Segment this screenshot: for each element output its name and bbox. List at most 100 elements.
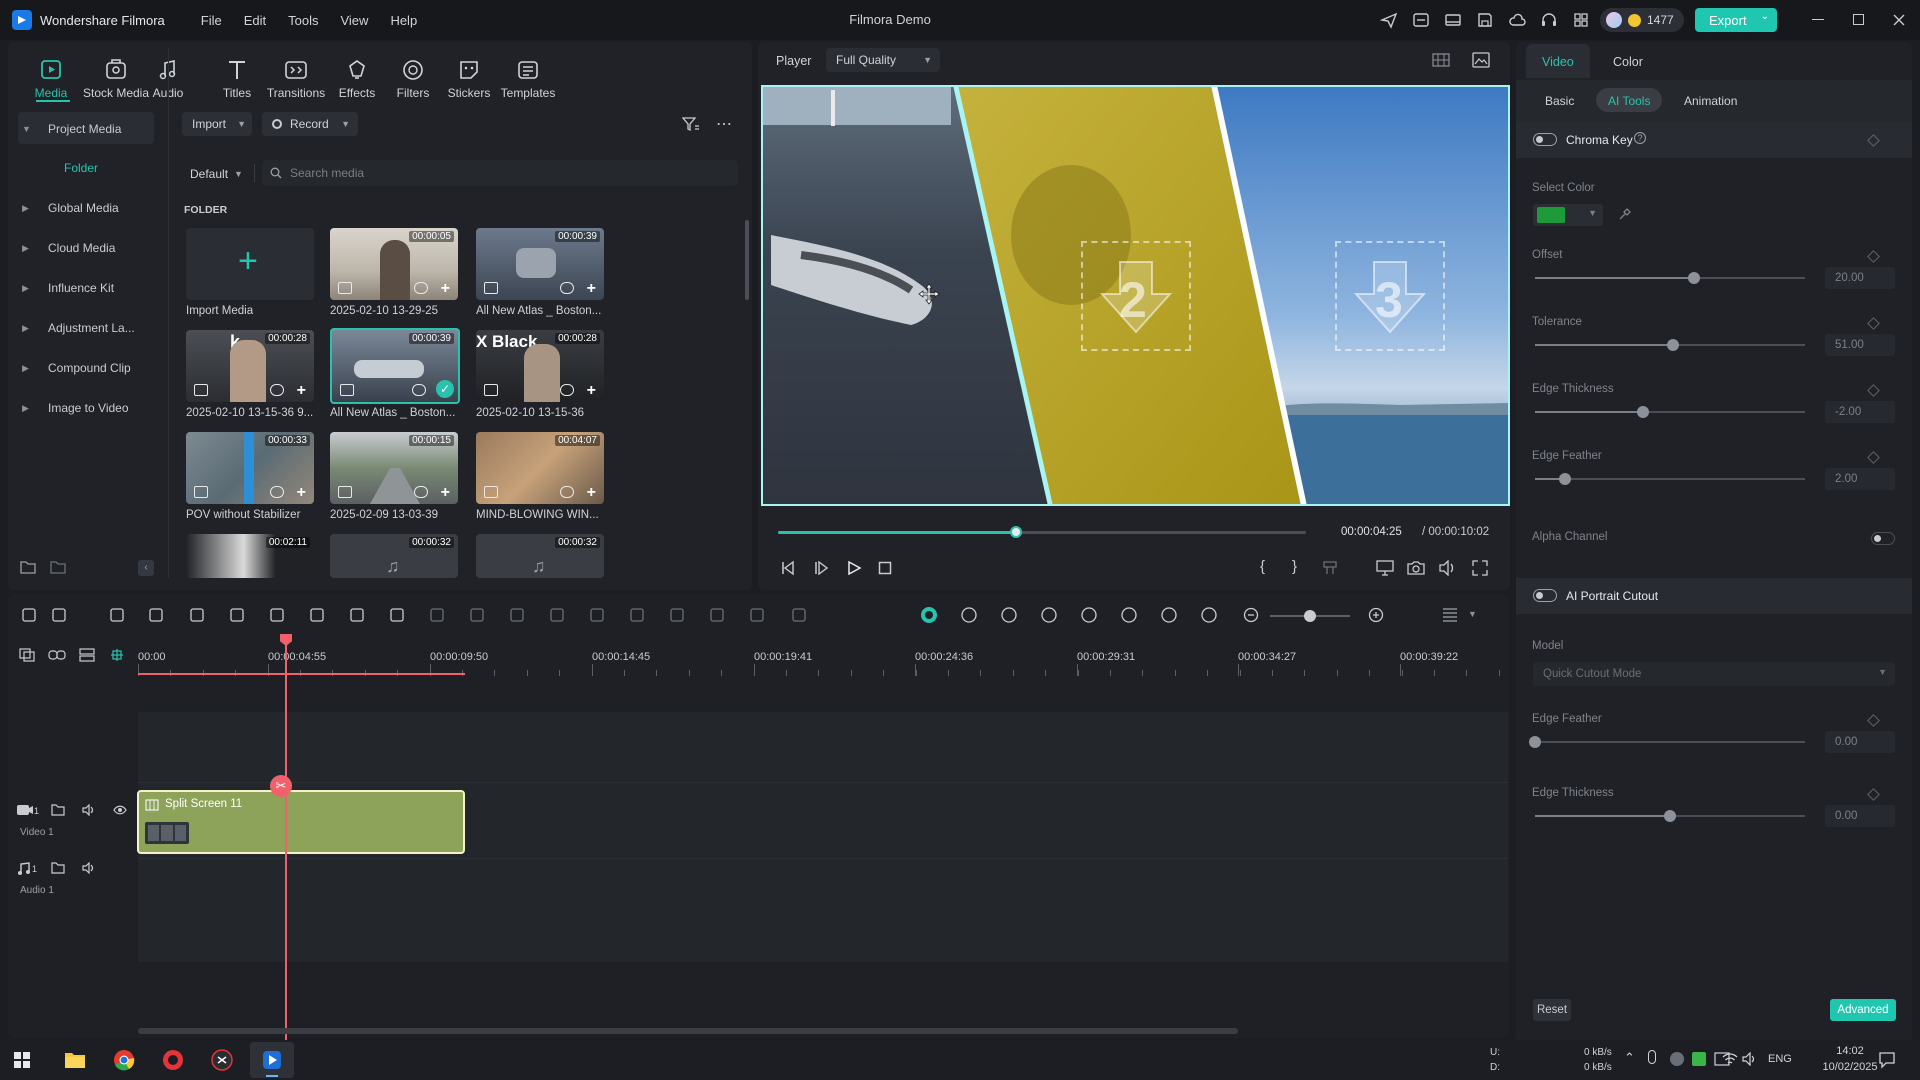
timeline-clip[interactable]: Split Screen 11 bbox=[137, 790, 465, 854]
media-thumb-10[interactable]: 00:00:32 ♫ bbox=[330, 534, 458, 578]
snapshot-image-icon[interactable] bbox=[1472, 52, 1490, 68]
tab-color[interactable]: Color bbox=[1613, 55, 1643, 69]
import-media-tile[interactable]: + bbox=[186, 228, 314, 300]
param-slider[interactable] bbox=[1535, 810, 1805, 822]
speaker-icon[interactable] bbox=[82, 862, 96, 874]
add-to-timeline-icon[interactable]: + bbox=[587, 484, 596, 502]
marker-icon[interactable] bbox=[1322, 561, 1338, 575]
alpha-channel-toggle[interactable] bbox=[1871, 532, 1895, 545]
ai-audio-icon[interactable] bbox=[1000, 606, 1018, 624]
zoom-in-icon[interactable] bbox=[1368, 607, 1384, 623]
cut-icon[interactable] bbox=[228, 606, 246, 624]
collapse-sidebar-button[interactable]: ‹ bbox=[138, 560, 154, 576]
apps-grid-icon[interactable] bbox=[1572, 11, 1590, 29]
sidebar-item-global-media[interactable]: ▶ Global Media bbox=[22, 194, 160, 222]
param-slider[interactable] bbox=[1535, 272, 1805, 284]
play-back-icon[interactable] bbox=[813, 560, 829, 576]
freeze-frame-icon[interactable] bbox=[668, 606, 686, 624]
mark-in-icon[interactable]: { bbox=[1260, 558, 1265, 575]
shield-icon[interactable] bbox=[1040, 606, 1058, 624]
tray-green-app-icon[interactable] bbox=[1692, 1052, 1706, 1066]
more-options-icon[interactable]: ⋯ bbox=[716, 114, 732, 134]
add-to-timeline-icon[interactable]: + bbox=[587, 280, 596, 298]
microphone-icon[interactable] bbox=[1080, 606, 1098, 624]
volume-icon[interactable] bbox=[1742, 1052, 1758, 1066]
redo-icon[interactable] bbox=[147, 606, 165, 624]
tray-app-icon[interactable] bbox=[1670, 1052, 1684, 1066]
sidebar-item-compound-clip[interactable]: ▶ Compound Clip bbox=[22, 354, 160, 382]
import-button[interactable]: Import ▼ bbox=[182, 112, 252, 136]
subtab-ai-tools[interactable]: AI Tools bbox=[1608, 94, 1650, 108]
volume-icon[interactable] bbox=[1438, 560, 1456, 576]
media-thumb-2[interactable]: 00:00:39 + bbox=[476, 228, 604, 300]
close-icon[interactable] bbox=[1893, 14, 1905, 26]
auto-reframe-icon[interactable] bbox=[428, 606, 446, 624]
timeline-scrollbar[interactable] bbox=[138, 1028, 1238, 1034]
save-icon[interactable] bbox=[1476, 11, 1494, 29]
undo-icon[interactable] bbox=[108, 606, 126, 624]
tool-media[interactable]: Media bbox=[16, 58, 86, 100]
layout-icon[interactable] bbox=[1444, 11, 1462, 29]
media-thumb-8[interactable]: 00:04:07 + bbox=[476, 432, 604, 504]
new-folder-icon[interactable] bbox=[20, 560, 36, 574]
param-value-input[interactable]: 20.00 bbox=[1825, 267, 1895, 289]
windows-start-icon[interactable] bbox=[14, 1052, 30, 1068]
menu-view[interactable]: View bbox=[340, 13, 368, 28]
portrait-cutout-toggle[interactable] bbox=[1533, 589, 1557, 602]
pip-icon[interactable] bbox=[1160, 606, 1178, 624]
media-scrollbar[interactable] bbox=[745, 220, 749, 300]
speaker-icon[interactable] bbox=[82, 804, 96, 816]
media-thumb-9[interactable]: 00:02:11 bbox=[186, 534, 314, 578]
ai-tool-icon[interactable] bbox=[748, 606, 766, 624]
param-value-input[interactable]: 0.00 bbox=[1825, 731, 1895, 753]
subtab-basic[interactable]: Basic bbox=[1545, 94, 1574, 108]
media-thumb-1[interactable]: 00:00:05 + bbox=[330, 228, 458, 300]
add-track-icon[interactable] bbox=[19, 648, 35, 662]
link-icon[interactable] bbox=[48, 648, 66, 662]
select-layout-icon[interactable] bbox=[20, 606, 38, 624]
eyedropper-icon[interactable] bbox=[1618, 207, 1632, 221]
chevron-down-icon[interactable]: ▼ bbox=[1468, 609, 1477, 619]
add-to-timeline-icon[interactable]: + bbox=[297, 382, 306, 400]
language-indicator[interactable]: ENG bbox=[1768, 1053, 1792, 1065]
grid-view-icon[interactable] bbox=[1432, 53, 1450, 67]
zoom-slider[interactable] bbox=[1270, 610, 1350, 622]
scissors-icon[interactable]: ✂ bbox=[270, 775, 292, 797]
split-icon[interactable] bbox=[1200, 606, 1218, 624]
zoom-handle[interactable] bbox=[1304, 610, 1316, 622]
search-input[interactable]: Search media bbox=[262, 160, 738, 186]
video-preview[interactable]: 2 3 bbox=[761, 85, 1510, 506]
display-icon[interactable] bbox=[1376, 560, 1394, 576]
subtab-animation[interactable]: Animation bbox=[1684, 94, 1737, 108]
send-icon[interactable] bbox=[1380, 11, 1398, 29]
tool-transitions[interactable]: Transitions bbox=[261, 58, 331, 100]
sidebar-item-project-media[interactable]: ▼ Project Media bbox=[22, 115, 160, 143]
chevron-down-icon[interactable]: ⌄ bbox=[1761, 11, 1769, 22]
slider-handle[interactable] bbox=[1529, 736, 1541, 748]
media-thumb-4-selected[interactable]: 00:00:39 ✓ bbox=[330, 328, 460, 404]
help-icon[interactable]: ? bbox=[1634, 132, 1646, 144]
tab-video[interactable]: Video bbox=[1542, 55, 1574, 69]
cloud-icon[interactable] bbox=[1508, 11, 1526, 29]
menu-help[interactable]: Help bbox=[390, 13, 417, 28]
sort-dropdown[interactable]: Default ▼ bbox=[190, 167, 243, 181]
zoom-out-icon[interactable] bbox=[1243, 607, 1259, 623]
add-to-timeline-icon[interactable]: + bbox=[441, 280, 450, 298]
media-thumb-3[interactable]: k 00:00:28 + bbox=[186, 330, 314, 402]
microphone-icon[interactable] bbox=[1648, 1050, 1656, 1064]
folder-icon[interactable] bbox=[50, 560, 66, 574]
restore-icon[interactable] bbox=[1853, 14, 1864, 25]
file-explorer-icon[interactable] bbox=[64, 1050, 86, 1070]
sidebar-item-adjustment-layer[interactable]: ▶ Adjustment La... bbox=[22, 314, 160, 342]
avatar[interactable] bbox=[1606, 12, 1622, 28]
mask-icon[interactable] bbox=[588, 606, 606, 624]
add-to-timeline-icon[interactable]: + bbox=[297, 484, 306, 502]
add-to-timeline-icon[interactable]: + bbox=[587, 382, 596, 400]
minimize-icon[interactable] bbox=[1812, 19, 1824, 20]
folder-lock-icon[interactable] bbox=[51, 862, 65, 874]
media-thumb-6[interactable]: 00:00:33 + bbox=[186, 432, 314, 504]
param-value-input[interactable]: 51.00 bbox=[1825, 334, 1895, 356]
param-slider[interactable] bbox=[1535, 339, 1805, 351]
sidebar-item-influence-kit[interactable]: ▶ Influence Kit bbox=[22, 274, 160, 302]
wifi-icon[interactable] bbox=[1722, 1052, 1738, 1066]
